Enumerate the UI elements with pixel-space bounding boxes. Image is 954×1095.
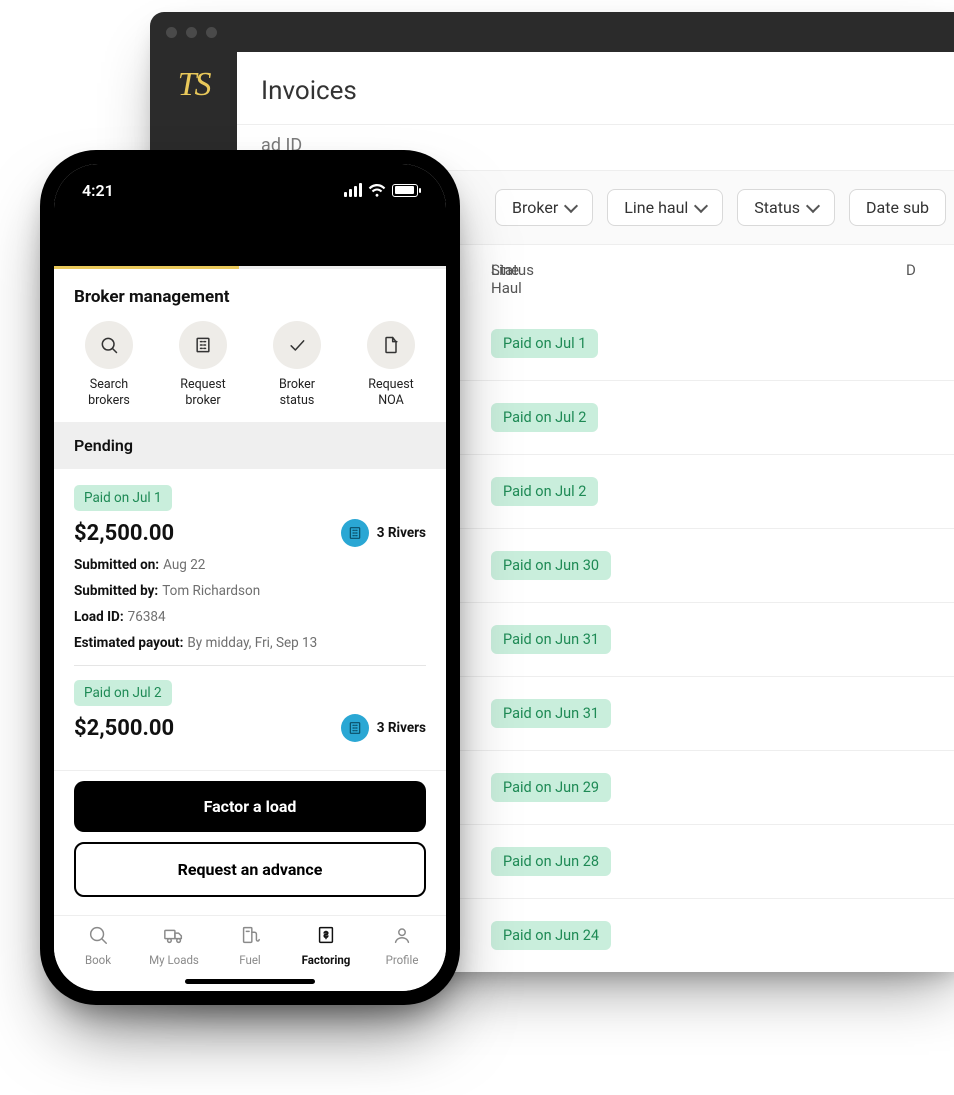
truck-icon: [163, 924, 185, 949]
cell-status: Paid on Jun 29: [491, 773, 906, 802]
user-icon: [391, 924, 413, 949]
broker-name: 3 Rivers: [377, 525, 426, 541]
building-icon: [341, 519, 369, 547]
broker-management-title: Broker management: [74, 287, 426, 307]
cell-status: Paid on Jul 1: [491, 329, 906, 358]
status-badge: Paid on Jun 24: [491, 921, 611, 950]
tab-my-loads[interactable]: My Loads: [139, 924, 209, 967]
status-time: 4:21: [82, 181, 114, 200]
request-advance-button[interactable]: Request an advance: [74, 842, 426, 897]
cards-list: Paid on Jul 1 $2,500.00 3 Rivers Submitt…: [54, 469, 446, 756]
tab-label: Factoring: [302, 953, 351, 967]
filter-linehaul[interactable]: Line haul: [607, 189, 723, 226]
tab-factoring[interactable]: Factoring: [291, 924, 361, 967]
bm-item-label: RequestNOA: [368, 377, 414, 408]
status-badge: Paid on Jun 31: [491, 625, 611, 654]
cell-status: Paid on Jul 2: [491, 403, 906, 432]
building-icon: [179, 321, 227, 369]
col-status: Status: [491, 261, 906, 297]
status-badge: Paid on Jun 28: [491, 847, 611, 876]
invoice-card[interactable]: Paid on Jul 1 $2,500.00 3 Rivers Submitt…: [74, 485, 426, 666]
status-badge: Paid on Jun 31: [491, 699, 611, 728]
col-d: D: [906, 261, 946, 297]
building-icon: [341, 714, 369, 742]
tab-book[interactable]: Book: [63, 924, 133, 967]
fuel-icon: [239, 924, 261, 949]
status-badge: Paid on Jul 1: [491, 329, 598, 358]
active-tab-indicator: [54, 266, 446, 269]
traffic-light-zoom[interactable]: [206, 27, 217, 38]
tab-label: Fuel: [239, 953, 260, 967]
bm-item-building[interactable]: Requestbroker: [168, 321, 238, 408]
cell-status: Paid on Jun 28: [491, 847, 906, 876]
chevron-down-icon: [694, 198, 708, 212]
page-title: Invoices: [237, 52, 954, 124]
bm-item-label: Brokerstatus: [279, 377, 315, 408]
traffic-light-minimize[interactable]: [186, 27, 197, 38]
filter-broker[interactable]: Broker: [495, 189, 593, 226]
cell-status: Paid on Jun 30: [491, 551, 906, 580]
battery-icon: [392, 184, 418, 197]
bm-item-check[interactable]: Brokerstatus: [262, 321, 332, 408]
bm-item-document[interactable]: RequestNOA: [356, 321, 426, 408]
wifi-icon: [368, 183, 386, 197]
broker-name: 3 Rivers: [377, 720, 426, 736]
chevron-down-icon: [564, 198, 578, 212]
broker-chip[interactable]: 3 Rivers: [341, 519, 426, 547]
window-titlebar: [150, 12, 954, 52]
meta-submitted-by: Submitted by:Tom Richardson: [74, 583, 426, 599]
status-badge: Paid on Jul 2: [491, 403, 598, 432]
chevron-down-icon: [806, 198, 820, 212]
document-icon: [367, 321, 415, 369]
tab-profile[interactable]: Profile: [367, 924, 437, 967]
tab-label: My Loads: [149, 953, 199, 967]
factor-load-button[interactable]: Factor a load: [74, 781, 426, 832]
dollar-icon: [315, 924, 337, 949]
cell-status: Paid on Jun 31: [491, 699, 906, 728]
tab-label: Book: [85, 953, 111, 967]
broker-chip[interactable]: 3 Rivers: [341, 714, 426, 742]
action-panel: Factor a load Request an advance: [54, 770, 446, 915]
phone-device: 4:21 Broker management Searchbrokers Req…: [40, 150, 460, 1005]
check-icon: [273, 321, 321, 369]
meta-payout: Estimated payout:By midday, Fri, Sep 13: [74, 635, 426, 651]
invoice-card[interactable]: Paid on Jul 2 $2,500.00 3 Rivers: [74, 680, 426, 756]
tab-label: Profile: [386, 953, 419, 967]
filter-date-submitted[interactable]: Date sub: [849, 189, 946, 226]
status-badge: Paid on Jul 2: [491, 477, 598, 506]
search-icon: [85, 321, 133, 369]
status-badge: Paid on Jun 30: [491, 551, 611, 580]
status-badge: Paid on Jul 1: [74, 485, 172, 511]
traffic-light-close[interactable]: [166, 27, 177, 38]
filter-status[interactable]: Status: [737, 189, 835, 226]
bm-item-search[interactable]: Searchbrokers: [74, 321, 144, 408]
signal-icon: [344, 183, 362, 197]
pending-header: Pending: [54, 422, 446, 469]
meta-submitted-on: Submitted on:Aug 22: [74, 557, 426, 573]
cell-status: Paid on Jun 24: [491, 921, 906, 950]
app-header-black: [54, 216, 446, 266]
meta-load-id: Load ID:76384: [74, 609, 426, 625]
broker-management-section: Broker management Searchbrokers Requestb…: [54, 269, 446, 422]
status-badge: Paid on Jun 29: [491, 773, 611, 802]
cell-status: Paid on Jul 2: [491, 477, 906, 506]
search-icon: [87, 924, 109, 949]
card-amount: $2,500.00: [74, 521, 174, 546]
cell-status: Paid on Jun 31: [491, 625, 906, 654]
card-amount: $2,500.00: [74, 716, 174, 741]
phone-notch: [160, 164, 340, 194]
brand-logo: TS: [178, 66, 210, 104]
phone-screen: 4:21 Broker management Searchbrokers Req…: [54, 164, 446, 991]
status-badge: Paid on Jul 2: [74, 680, 172, 706]
home-indicator: [54, 971, 446, 991]
bm-item-label: Requestbroker: [180, 377, 226, 408]
tab-bar: Book My Loads Fuel Factoring Profile: [54, 915, 446, 971]
bm-item-label: Searchbrokers: [88, 377, 130, 408]
tab-fuel[interactable]: Fuel: [215, 924, 285, 967]
